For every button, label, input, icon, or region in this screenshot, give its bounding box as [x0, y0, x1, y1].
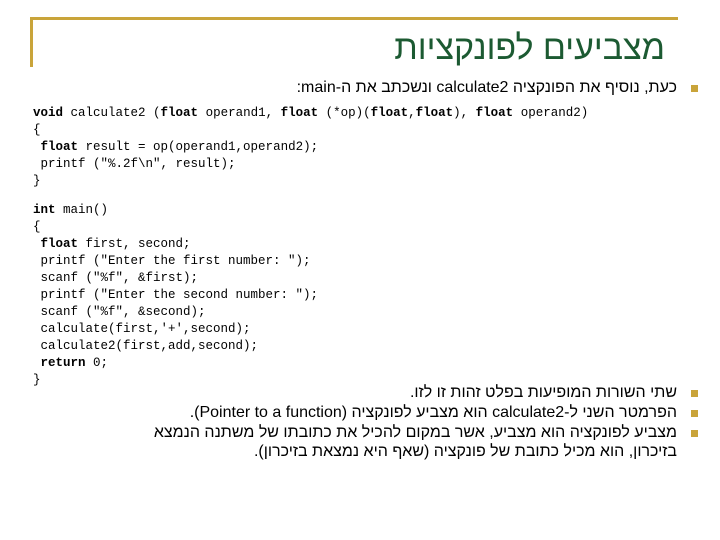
- code-text: calculate2(first,add,second);: [33, 339, 259, 353]
- intro-bullet: כעת, נוסיף את הפונקציה calculate2 ונשכתב…: [297, 78, 698, 97]
- code-text: printf ("%.2f\n", result);: [33, 157, 236, 171]
- code-text: scanf ("%f", &first);: [33, 271, 199, 285]
- bullet-item: הפרמטר השני ל-calculate2 הוא מצביע לפונק…: [190, 403, 698, 422]
- code-line: int main(): [33, 202, 318, 219]
- code-line: }: [33, 372, 318, 389]
- code-text: printf ("Enter the first number: ");: [33, 254, 311, 268]
- title-frame-top-line: [30, 17, 678, 20]
- code-text: (*op)(: [318, 106, 371, 120]
- bullet-text: הפרמטר השני ל-calculate2 הוא מצביע לפונק…: [189, 404, 677, 421]
- title-frame-left-line: [30, 17, 33, 67]
- code-line: }: [33, 173, 588, 190]
- code-text: printf ("Enter the second number: ");: [33, 288, 319, 302]
- code-text: ,: [408, 106, 416, 120]
- bullet-square-icon: [691, 410, 698, 417]
- code-text: main(): [55, 203, 109, 217]
- code-line: float result = op(operand1,operand2);: [33, 139, 588, 156]
- slide-title: מצביעים לפונקציות: [394, 29, 665, 67]
- bullet-item: מצביע לפונקציה הוא מצביע, אשר במקום להכי…: [154, 423, 698, 461]
- code-line: return 0;: [33, 355, 318, 372]
- code-line: {: [33, 219, 318, 236]
- bullet-text-line: בזיכרון, הוא מכיל כתובת של פונקציה (שאף …: [253, 443, 677, 460]
- code-keyword: float: [160, 106, 199, 120]
- code-line: printf ("%.2f\n", result);: [33, 156, 588, 173]
- code-keyword: float: [370, 106, 409, 120]
- code-keyword: void: [33, 106, 64, 120]
- code-line: printf ("Enter the second number: ");: [33, 287, 319, 304]
- code-text: }: [33, 174, 41, 188]
- code-line: calculate2(first,add,second);: [33, 338, 318, 355]
- code-line: calculate(first,'+',second);: [33, 321, 318, 338]
- code-text: result = op(operand1,operand2);: [78, 140, 319, 154]
- code-text: }: [33, 373, 41, 387]
- code-text: {: [33, 123, 41, 137]
- code-text: scanf ("%f", &second);: [33, 305, 206, 319]
- bullet-item: שתי השורות המופיעות בפלט זהות זו לזו.: [410, 383, 698, 402]
- intro-bullet-text: כעת, נוסיף את הפונקציה calculate2 ונשכתב…: [296, 79, 677, 96]
- bullet-text: שתי השורות המופיעות בפלט זהות זו לזו.: [409, 384, 677, 401]
- bullet-square-icon: [691, 390, 698, 397]
- code-line: void calculate2 (float operand1, float (…: [33, 105, 588, 122]
- code-line: scanf ("%f", &first);: [33, 270, 318, 287]
- code-line: float first, second;: [33, 236, 318, 253]
- code-block-main: int main(){ float first, second; printf …: [33, 202, 318, 389]
- code-line: {: [33, 122, 588, 139]
- code-keyword: float: [40, 237, 79, 251]
- code-text: {: [33, 220, 41, 234]
- code-block-calculate2: void calculate2 (float operand1, float (…: [33, 105, 588, 190]
- code-text: calculate2 (: [63, 106, 161, 120]
- code-line: scanf ("%f", &second);: [33, 304, 318, 321]
- bullet-square-icon: [691, 430, 698, 437]
- code-keyword: float: [475, 106, 514, 120]
- code-text: 0;: [85, 356, 109, 370]
- code-keyword: return: [40, 356, 86, 370]
- code-line: printf ("Enter the first number: ");: [33, 253, 318, 270]
- code-text: operand1,: [198, 106, 281, 120]
- code-text: calculate(first,'+',second);: [33, 322, 251, 336]
- code-keyword: float: [415, 106, 454, 120]
- code-text: operand2): [513, 106, 589, 120]
- code-keyword: int: [33, 203, 56, 217]
- code-keyword: float: [280, 106, 319, 120]
- code-text: ),: [453, 106, 476, 120]
- bullet-square-icon: [691, 85, 698, 92]
- bullet-text-line: מצביע לפונקציה הוא מצביע, אשר במקום להכי…: [153, 424, 677, 441]
- code-keyword: float: [40, 140, 79, 154]
- code-text: first, second;: [78, 237, 191, 251]
